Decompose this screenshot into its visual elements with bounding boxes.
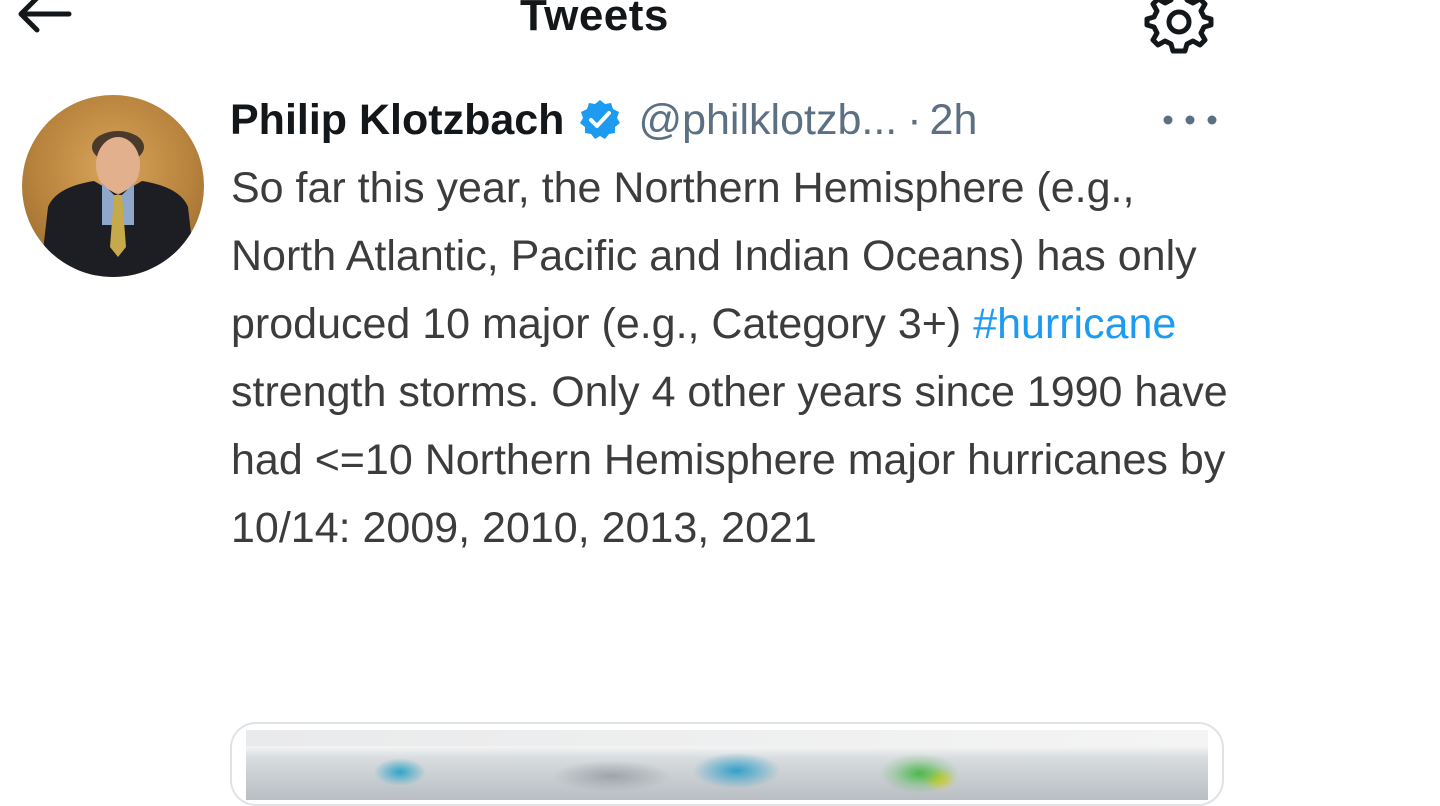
tweet-timestamp[interactable]: 2h [930, 96, 978, 145]
tweet-media-card[interactable] [230, 722, 1224, 806]
author-name[interactable]: Philip Klotzbach [230, 96, 564, 145]
tweet-body: So far this year, the Northern Hemispher… [231, 154, 1231, 562]
more-dots-icon [1163, 115, 1217, 125]
meta-separator: · [907, 95, 922, 144]
more-options-button[interactable] [1150, 100, 1230, 140]
author-handle[interactable]: @philklotzb... [638, 96, 897, 145]
gear-icon [1144, 0, 1214, 54]
hashtag-link[interactable]: #hurricane [973, 300, 1176, 348]
satellite-map-image [246, 730, 1208, 800]
top-bar: Tweets [0, 0, 1440, 60]
arrow-left-icon [18, 0, 72, 33]
verified-badge-icon [578, 98, 622, 142]
tweet-text-part-2: strength storms. Only 4 other years sinc… [231, 368, 1228, 552]
settings-button[interactable] [1138, 0, 1220, 56]
author-avatar[interactable] [22, 95, 204, 277]
map-caption-strip [246, 730, 1208, 746]
tweet-header: Philip Klotzbach @philklotzb... · 2h [230, 92, 977, 148]
avatar-photo [40, 131, 196, 277]
back-button[interactable] [8, 0, 78, 46]
page-title: Tweets [520, 0, 669, 40]
